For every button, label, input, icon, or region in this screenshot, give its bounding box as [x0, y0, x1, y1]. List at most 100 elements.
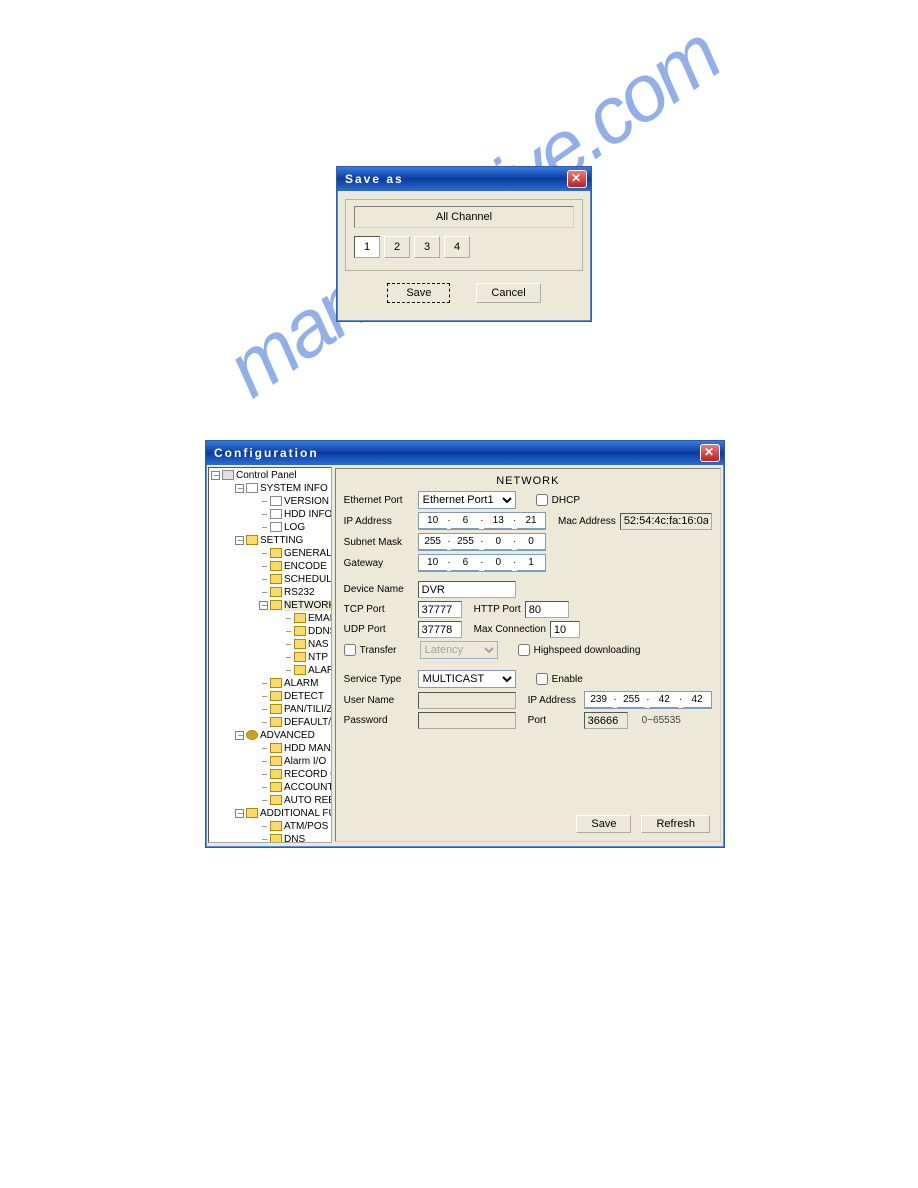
tree-item-email[interactable]: EMAIL	[282, 612, 330, 625]
channel-button-3[interactable]: 3	[414, 236, 440, 258]
tree-item-label: RECORD CONTROL	[284, 769, 332, 780]
highspeed-checkbox[interactable]	[518, 644, 530, 656]
port-label: Port	[528, 715, 580, 726]
cancel-button[interactable]: Cancel	[476, 283, 540, 303]
channel-button-4[interactable]: 4	[444, 236, 470, 258]
gateway-octet-2[interactable]	[451, 555, 479, 571]
saveas-titlebar: Save as ✕	[337, 167, 591, 191]
folder-icon	[294, 626, 306, 636]
ip-octet-1[interactable]	[419, 513, 447, 529]
gateway-octet-3[interactable]	[484, 555, 512, 571]
tree-item-alarm[interactable]: ALARM	[258, 677, 330, 690]
transfer-label: Transfer	[360, 645, 416, 656]
enable-label: Enable	[552, 674, 583, 685]
close-icon[interactable]: ✕	[567, 170, 587, 188]
dhcp-checkbox[interactable]	[536, 494, 548, 506]
tree-item-network[interactable]: -NETWORKEMAILDDNSNASNTPALARM CENTER	[258, 599, 330, 677]
tree-item-ddns[interactable]: DDNS	[282, 625, 330, 638]
tree-item-atm-pos[interactable]: ATM/POS	[258, 820, 330, 833]
ethernet-port-select[interactable]: Ethernet Port1	[418, 491, 516, 509]
tree-item-general[interactable]: GENERAL	[258, 547, 330, 560]
expand-icon[interactable]: -	[259, 601, 268, 610]
channel-button-1[interactable]: 1	[354, 236, 380, 258]
tree-item-label: DDNS	[308, 626, 332, 637]
tree-item-alarm-i-o[interactable]: Alarm I/O	[258, 755, 330, 768]
tree-item-label: VERSION	[284, 496, 329, 507]
ip-octet-4[interactable]	[517, 513, 545, 529]
subnet-octet-2[interactable]	[451, 534, 479, 550]
tree-item-account[interactable]: ACCOUNT	[258, 781, 330, 794]
ip2-octet-4[interactable]	[683, 692, 711, 708]
folder-icon	[270, 743, 282, 753]
dhcp-label: DHCP	[552, 495, 580, 506]
transfer-checkbox[interactable]	[344, 644, 356, 656]
tree-group-label: SYSTEM INFO	[260, 483, 328, 494]
tree-item-hdd-info[interactable]: HDD INFO	[258, 508, 330, 521]
tree-item-auto-reboot[interactable]: AUTO REBOOT	[258, 794, 330, 807]
tree-root[interactable]: -Control Panel-SYSTEM INFOVERSIONHDD INF…	[210, 469, 330, 843]
expand-icon[interactable]: -	[235, 731, 244, 740]
port-range-label: 0~65535	[642, 715, 681, 726]
subnet-octet-4[interactable]	[517, 534, 545, 550]
refresh-button[interactable]: Refresh	[641, 815, 710, 833]
ip2-octet-3[interactable]	[650, 692, 678, 708]
expand-icon[interactable]: -	[211, 471, 220, 480]
enable-checkbox[interactable]	[536, 673, 548, 685]
tree-group-advanced[interactable]: -ADVANCEDHDD MANAGEMENTAlarm I/ORECORD C…	[234, 729, 330, 807]
device-name-field[interactable]	[418, 581, 516, 598]
ip2-octet-1[interactable]	[585, 692, 613, 708]
tree-item-default-backup[interactable]: DEFAULT/BACKUP	[258, 716, 330, 729]
folder-icon	[270, 834, 282, 843]
gateway-octet-4[interactable]	[517, 555, 545, 571]
mac-label: Mac Address	[558, 516, 616, 527]
gateway-octet-1[interactable]	[419, 555, 447, 571]
tree-item-nas[interactable]: NAS	[282, 638, 330, 651]
folder-icon	[270, 717, 282, 727]
tree-item-detect[interactable]: DETECT	[258, 690, 330, 703]
expand-icon[interactable]: -	[235, 536, 244, 545]
tree-item-dns[interactable]: DNS	[258, 833, 330, 843]
subnet-octet-3[interactable]	[484, 534, 512, 550]
expand-icon[interactable]: -	[235, 484, 244, 493]
close-icon[interactable]: ✕	[700, 444, 720, 462]
ip-octet-2[interactable]	[451, 513, 479, 529]
http-port-label: HTTP Port	[474, 604, 521, 615]
service-type-select[interactable]: MULTICAST	[418, 670, 516, 688]
tcp-port-field[interactable]	[418, 601, 462, 618]
http-port-field[interactable]	[525, 601, 569, 618]
subnet-octet-1[interactable]	[419, 534, 447, 550]
tree-item-label: LOG	[284, 522, 305, 533]
service-type-label: Service Type	[344, 674, 414, 685]
username-label: User Name	[344, 695, 414, 706]
udp-port-label: UDP Port	[344, 624, 414, 635]
tree-item-schedule[interactable]: SCHEDULE	[258, 573, 330, 586]
ip2-octet-2[interactable]	[617, 692, 645, 708]
tree-group-setting[interactable]: -SETTINGGENERALENCODESCHEDULERS232-NETWO…	[234, 534, 330, 729]
tree-group-additional-function[interactable]: -ADDITIONAL FUNCTIONATM/POSDNS	[234, 807, 330, 843]
channel-button-2[interactable]: 2	[384, 236, 410, 258]
ip2-label: IP Address	[528, 695, 580, 706]
panel-heading: NETWORK	[344, 475, 712, 487]
folder-icon	[270, 561, 282, 571]
tree-item-label: ALARM	[284, 678, 318, 689]
tree-item-alarm-center[interactable]: ALARM CENTER	[282, 664, 330, 677]
tree-group-system-info[interactable]: - SYSTEM INFO VERSIONHDD INFOLOG	[234, 482, 330, 534]
all-channel-button[interactable]: All Channel	[354, 206, 574, 228]
config-tree[interactable]: -Control Panel-SYSTEM INFOVERSIONHDD INF…	[208, 467, 332, 843]
gateway-label: Gateway	[344, 558, 414, 569]
tree-item-hdd-management[interactable]: HDD MANAGEMENT	[258, 742, 330, 755]
tree-item-ntp[interactable]: NTP	[282, 651, 330, 664]
tree-item-version[interactable]: VERSION	[258, 495, 330, 508]
save-button[interactable]: Save	[576, 815, 631, 833]
tree-item-rs232[interactable]: RS232	[258, 586, 330, 599]
tree-item-record-control[interactable]: RECORD CONTROL	[258, 768, 330, 781]
tree-item-log[interactable]: LOG	[258, 521, 330, 534]
tree-item-label: AUTO REBOOT	[284, 795, 332, 806]
udp-port-field[interactable]	[418, 621, 462, 638]
tree-item-encode[interactable]: ENCODE	[258, 560, 330, 573]
max-conn-field[interactable]	[550, 621, 580, 638]
tree-item-pan-tili-zoom[interactable]: PAN/TILI/ZOOM	[258, 703, 330, 716]
save-button[interactable]: Save	[387, 283, 450, 303]
expand-icon[interactable]: -	[235, 809, 244, 818]
ip-octet-3[interactable]	[484, 513, 512, 529]
